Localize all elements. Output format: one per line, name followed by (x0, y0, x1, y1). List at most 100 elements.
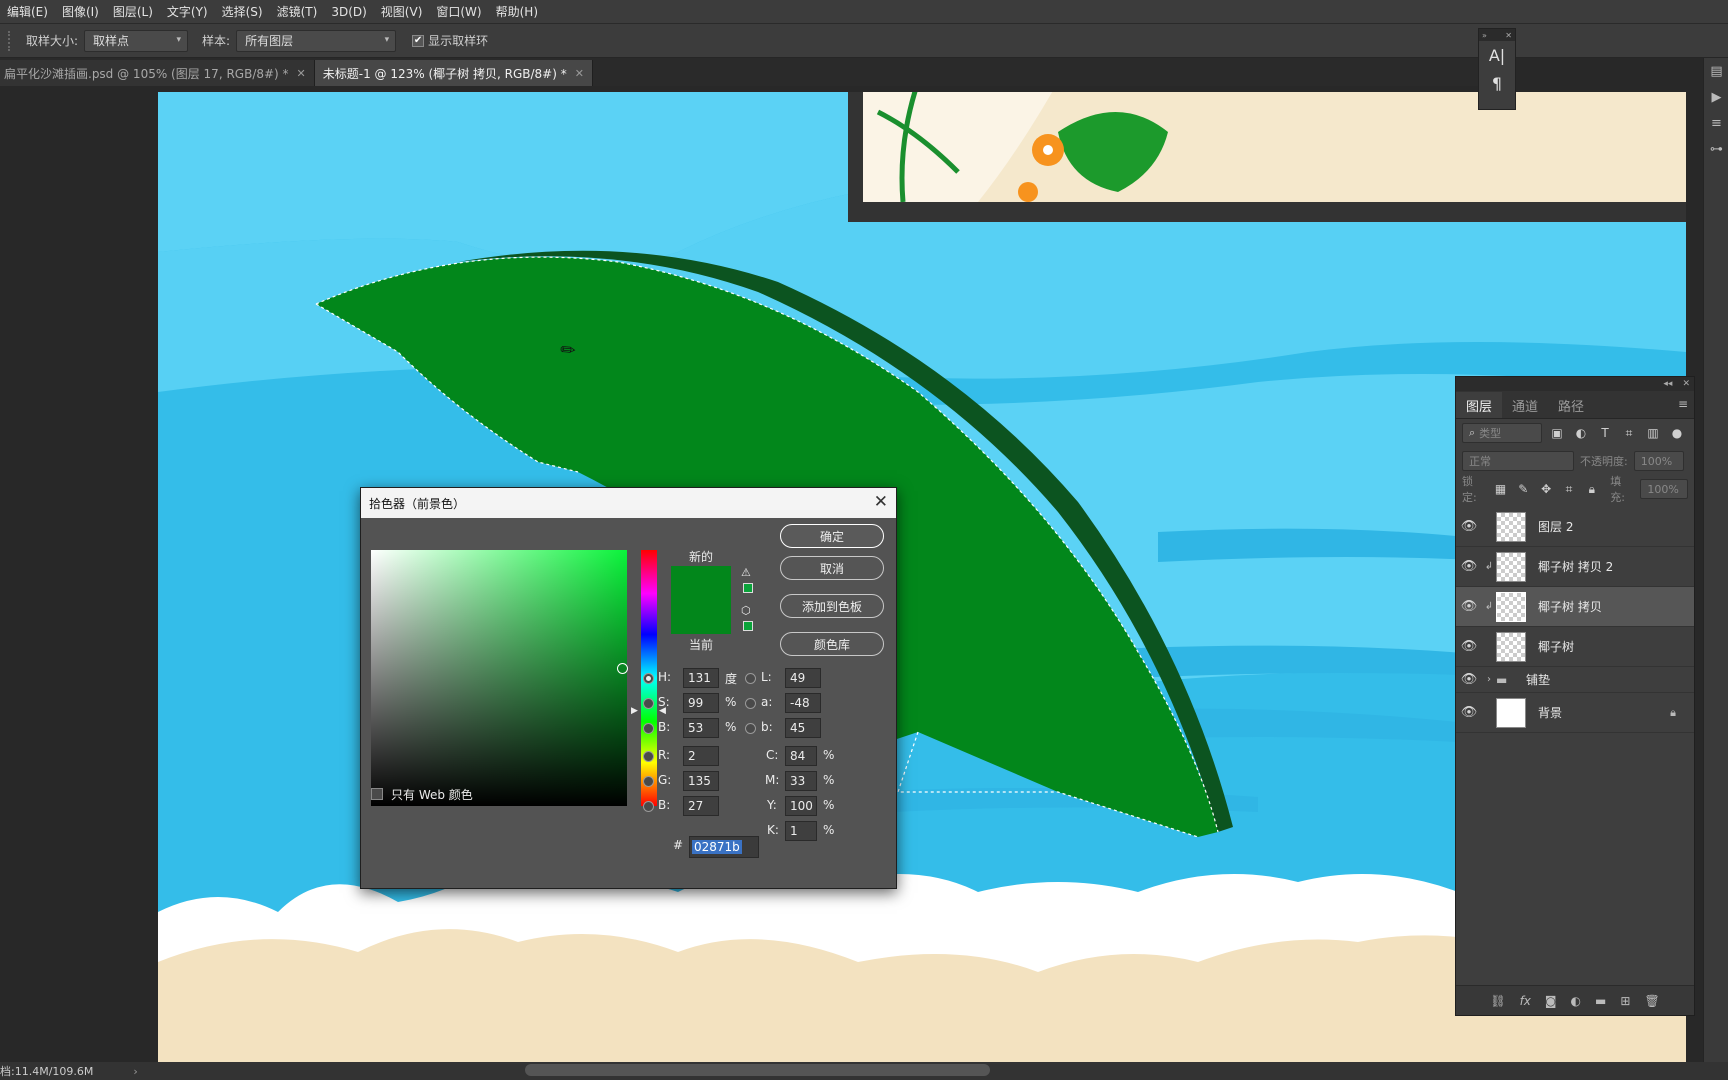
collapse-icon[interactable]: » (1482, 31, 1487, 40)
lab-b-input[interactable]: 45 (785, 718, 821, 738)
adjustments-icon[interactable]: ⊶ (1704, 136, 1728, 162)
ok-button[interactable]: 确定 (780, 524, 884, 548)
menu-edit[interactable]: 编辑(E) (0, 3, 55, 20)
close-icon[interactable]: ✕ (874, 492, 888, 512)
web-safe-cube-icon[interactable]: ⬡ (741, 604, 751, 617)
close-icon[interactable]: ✕ (297, 67, 306, 80)
s-input[interactable]: 99 (683, 693, 719, 713)
paragraph-panel-icon[interactable]: ¶ (1479, 69, 1515, 97)
g-radio[interactable] (643, 776, 654, 787)
menu-image[interactable]: 图像(I) (55, 3, 106, 20)
layer-row[interactable]: 👁︎ 背景 🔒︎ (1456, 693, 1694, 733)
tab-layers[interactable]: 图层 (1456, 392, 1503, 418)
blue-radio[interactable] (643, 801, 654, 812)
pixel-filter-icon[interactable]: ▣ (1548, 424, 1566, 442)
fill-input[interactable]: 100% (1640, 479, 1689, 499)
filter-toggle-icon[interactable]: ● (1668, 424, 1686, 442)
type-panel-header[interactable]: » ✕ (1479, 29, 1515, 41)
c-input[interactable]: 84 (785, 746, 817, 766)
a-input[interactable]: -48 (785, 693, 821, 713)
menu-view[interactable]: 视图(V) (374, 3, 430, 20)
lock-transparency-icon[interactable]: ▦ (1492, 480, 1509, 498)
a-radio[interactable] (745, 698, 756, 709)
fx-icon[interactable]: fx (1520, 994, 1531, 1008)
mask-icon[interactable]: ◙ (1545, 994, 1557, 1008)
chevron-right-icon[interactable]: › (133, 1065, 137, 1078)
eye-icon[interactable]: 👁︎ (1456, 519, 1482, 534)
eye-icon[interactable]: 👁︎ (1456, 559, 1482, 574)
shape-filter-icon[interactable]: ⌗ (1620, 424, 1638, 442)
s-radio[interactable] (643, 698, 654, 709)
l-input[interactable]: 49 (785, 668, 821, 688)
hex-input[interactable]: 02871b (689, 836, 759, 858)
lock-pixels-icon[interactable]: ✎ (1515, 480, 1532, 498)
close-icon[interactable]: ✕ (575, 67, 584, 80)
link-icon[interactable]: ⛓︎ (1490, 994, 1505, 1008)
layers-panel-header[interactable]: ◂◂ ✕ (1456, 377, 1694, 391)
tab-channels[interactable]: 通道 (1502, 392, 1548, 418)
close-icon[interactable]: ✕ (1682, 379, 1690, 389)
character-panel-icon[interactable]: A| (1479, 41, 1515, 69)
layer-row[interactable]: 👁︎ 图层 2 (1456, 507, 1694, 547)
new-group-icon[interactable]: ▬ (1595, 994, 1606, 1008)
layer-filter-dropdown[interactable]: ⌕ 类型 (1462, 423, 1542, 443)
lock-all-icon[interactable]: 🔒︎ (1583, 480, 1600, 498)
web-only-checkbox[interactable] (371, 788, 383, 800)
sample-size-dropdown[interactable]: 取样点 ▾ (84, 29, 189, 52)
color-field-marker[interactable] (617, 663, 628, 674)
g-input[interactable]: 135 (683, 771, 719, 791)
options-grip[interactable] (8, 30, 18, 51)
color-field[interactable] (371, 550, 628, 806)
adjustment-layer-icon[interactable]: ◐ (1571, 994, 1581, 1008)
sample-dropdown[interactable]: 所有图层 ▾ (236, 29, 397, 52)
l-radio[interactable] (745, 673, 756, 684)
current-color-swatch[interactable] (671, 600, 731, 634)
dialog-titlebar[interactable]: 拾色器（前景色） ✕ (361, 488, 896, 518)
b-radio[interactable] (643, 723, 654, 734)
layer-row-selected[interactable]: 👁︎ ↲ 椰子树 拷贝 (1456, 587, 1694, 627)
h-input[interactable]: 131 (683, 668, 719, 688)
group-row[interactable]: 👁︎ › ▬ 铺垫 (1456, 667, 1694, 693)
color-libraries-button[interactable]: 颜色库 (780, 632, 884, 656)
opacity-input[interactable]: 100% (1633, 451, 1684, 471)
tab-document-1[interactable]: 扁平化沙滩插画.psd @ 105% (图层 17, RGB/8#) * ✕ (0, 60, 315, 86)
m-input[interactable]: 33 (785, 771, 817, 791)
menu-3d[interactable]: 3D(D) (324, 5, 373, 19)
h-radio[interactable] (643, 673, 654, 684)
menu-window[interactable]: 窗口(W) (429, 3, 488, 20)
menu-type[interactable]: 文字(Y) (160, 3, 215, 20)
play-icon[interactable]: ▶ (1704, 84, 1728, 110)
horizontal-scrollbar[interactable] (525, 1064, 990, 1076)
r-radio[interactable] (643, 751, 654, 762)
show-ring-checkbox[interactable]: ✔ (412, 34, 425, 47)
new-layer-icon[interactable]: ⊞ (1620, 994, 1630, 1008)
menu-filter[interactable]: 滤镜(T) (270, 3, 325, 20)
lock-artboard-icon[interactable]: ⌗ (1561, 480, 1578, 498)
panel-icon[interactable]: ▤ (1704, 58, 1728, 84)
adjustment-filter-icon[interactable]: ◐ (1572, 424, 1590, 442)
brush-settings-icon[interactable]: ≡ (1704, 110, 1728, 136)
layer-row[interactable]: 👁︎ ↲ 椰子树 拷贝 2 (1456, 547, 1694, 587)
menu-select[interactable]: 选择(S) (215, 3, 270, 20)
menu-layer[interactable]: 图层(L) (106, 3, 160, 20)
gamut-warning-icon[interactable]: ⚠ (741, 566, 751, 579)
k-input[interactable]: 1 (785, 821, 817, 841)
menu-help[interactable]: 帮助(H) (489, 3, 545, 20)
blend-mode-dropdown[interactable]: 正常 (1462, 451, 1574, 471)
tab-document-2[interactable]: 未标题-1 @ 123% (椰子树 拷贝, RGB/8#) * ✕ (314, 60, 593, 86)
eye-icon[interactable]: 👁︎ (1456, 672, 1482, 687)
r-input[interactable]: 2 (683, 746, 719, 766)
b-input[interactable]: 53 (683, 718, 719, 738)
eye-icon[interactable]: 👁︎ (1456, 599, 1482, 614)
close-icon[interactable]: ✕ (1505, 31, 1512, 40)
smart-object-filter-icon[interactable]: ▥ (1644, 424, 1662, 442)
eye-icon[interactable]: 👁︎ (1456, 705, 1482, 720)
lab-b-radio[interactable] (745, 723, 756, 734)
lock-position-icon[interactable]: ✥ (1538, 480, 1555, 498)
tab-paths[interactable]: 路径 (1548, 392, 1594, 418)
type-filter-icon[interactable]: T (1596, 424, 1614, 442)
cancel-button[interactable]: 取消 (780, 556, 884, 580)
eye-icon[interactable]: 👁︎ (1456, 639, 1482, 654)
blue-input[interactable]: 27 (683, 796, 719, 816)
hue-slider-left-arrow-icon[interactable]: ▶ (631, 706, 638, 716)
